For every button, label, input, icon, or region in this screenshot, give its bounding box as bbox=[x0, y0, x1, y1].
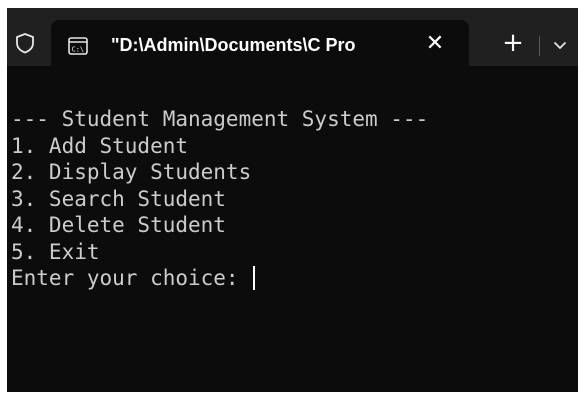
new-tab-button[interactable]: + bbox=[499, 30, 527, 58]
menu-item-exit: 5. Exit bbox=[11, 239, 100, 264]
svg-text:C:\: C:\ bbox=[72, 46, 85, 54]
menu-header: --- Student Management System --- bbox=[11, 107, 429, 131]
menu-item-add-student: 1. Add Student bbox=[11, 133, 189, 158]
close-icon: ✕ bbox=[425, 31, 445, 56]
plus-icon: + bbox=[502, 28, 524, 58]
shield-icon[interactable] bbox=[15, 32, 35, 54]
console-text: --- Student Management System --- 1. Add … bbox=[11, 106, 428, 292]
tab-active[interactable]: C:\ "D:\Admin\Documents\C Pro ✕ bbox=[51, 20, 469, 66]
terminal-window: C:\ "D:\Admin\Documents\C Pro ✕ + --- St… bbox=[7, 8, 578, 392]
menu-item-search-student: 3. Search Student bbox=[11, 186, 226, 211]
tab-bar: C:\ "D:\Admin\Documents\C Pro ✕ + bbox=[7, 8, 578, 66]
text-cursor bbox=[253, 266, 256, 290]
tab-divider bbox=[539, 36, 540, 56]
tab-title: "D:\Admin\Documents\C Pro bbox=[111, 35, 356, 55]
menu-item-delete-student: 4. Delete Student bbox=[11, 213, 226, 237]
prompt-line[interactable]: Enter your choice: bbox=[11, 265, 428, 292]
terminal-output[interactable]: --- Student Management System --- 1. Add … bbox=[7, 66, 578, 392]
prompt-text: Enter your choice: bbox=[11, 266, 252, 290]
tab-dropdown-button[interactable] bbox=[548, 33, 572, 57]
console-icon: C:\ bbox=[68, 37, 88, 55]
close-tab-button[interactable]: ✕ bbox=[421, 30, 449, 58]
chevron-down-icon bbox=[554, 42, 566, 49]
menu-item-display-students: 2. Display Students bbox=[11, 160, 252, 184]
